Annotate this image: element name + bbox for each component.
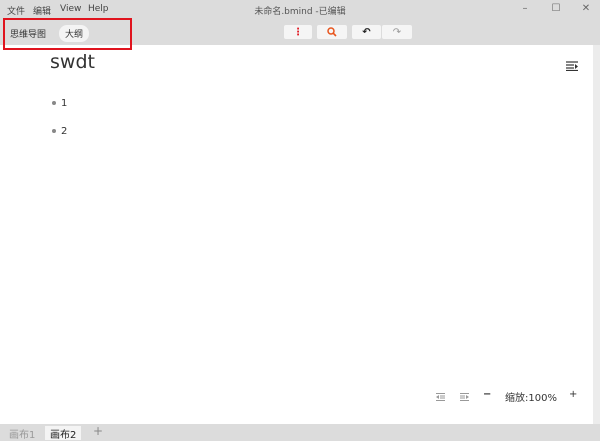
sheet-tab-1[interactable]: 画布1: [4, 426, 40, 441]
redo-icon: ↷: [392, 26, 402, 38]
search-button[interactable]: [317, 25, 347, 39]
bullet-icon: [52, 129, 56, 133]
redo-button[interactable]: ↷: [382, 25, 412, 39]
search-icon: [327, 27, 337, 37]
tab-mindmap[interactable]: 思维导图: [4, 25, 52, 42]
root-topic[interactable]: swdt: [50, 51, 95, 73]
title-bar: 文件 编辑 View Help 未命名.bmind -已编辑 – ☐ ✕: [0, 0, 600, 20]
zoom-level: 缩放:100%: [505, 393, 557, 404]
tab-outline[interactable]: 大纲: [59, 25, 90, 42]
add-sheet-button[interactable]: +: [88, 424, 108, 438]
toolbar: 思维导图 大纲 ⋮ ↶ ↷: [0, 20, 600, 45]
undo-button[interactable]: ↶: [352, 25, 381, 39]
indent-icon[interactable]: [460, 393, 469, 401]
more-icon: ⋮: [293, 26, 303, 38]
outline-menu-icon[interactable]: [566, 61, 578, 71]
maximize-button[interactable]: ☐: [546, 3, 566, 14]
menu-edit[interactable]: 编辑: [33, 4, 51, 17]
minimize-button[interactable]: –: [515, 3, 535, 14]
list-item[interactable]: 2: [52, 126, 67, 137]
menu-help[interactable]: Help: [88, 4, 109, 14]
zoom-in-button[interactable]: +: [569, 389, 577, 400]
close-button[interactable]: ✕: [576, 3, 596, 14]
undo-icon: ↶: [362, 26, 371, 38]
sheet-tabs: 画布1 画布2 +: [0, 424, 600, 441]
outline-canvas[interactable]: swdt 1 2 − 缩放:100% +: [0, 45, 593, 424]
zoom-out-button[interactable]: −: [483, 389, 491, 400]
outdent-icon[interactable]: [436, 393, 445, 401]
list-item[interactable]: 1: [52, 98, 67, 109]
menu-view[interactable]: View: [60, 4, 81, 14]
more-button[interactable]: ⋮: [284, 25, 312, 39]
scrollbar[interactable]: [593, 45, 600, 424]
menu-file[interactable]: 文件: [7, 4, 25, 17]
sheet-tab-2[interactable]: 画布2: [45, 426, 82, 441]
bullet-icon: [52, 101, 56, 105]
